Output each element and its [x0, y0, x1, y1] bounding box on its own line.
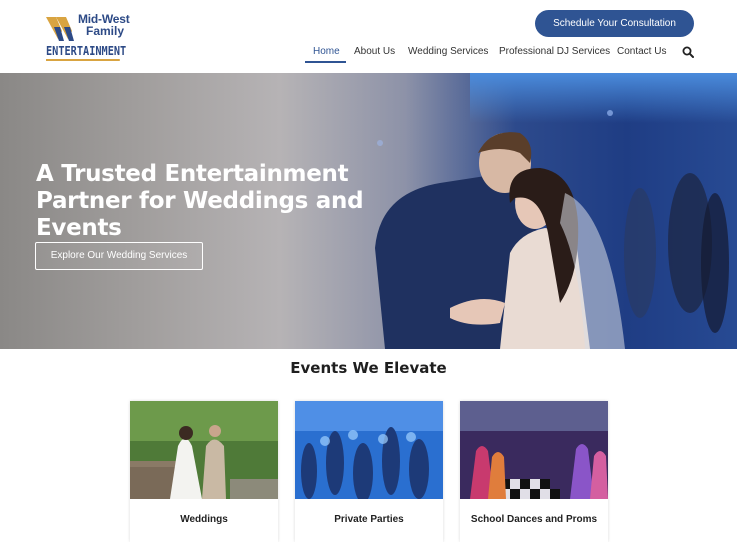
nav-item-contact-us[interactable]: Contact Us	[617, 44, 666, 60]
nav-item-professional-dj-services[interactable]: Professional DJ Services	[499, 44, 610, 60]
logo-text-line2: Family	[86, 24, 125, 38]
school-dances-photo	[460, 401, 608, 499]
event-card-label: School Dances and Proms	[470, 514, 598, 525]
active-nav-indicator	[305, 61, 346, 63]
weddings-photo	[130, 401, 278, 499]
event-card-label: Private Parties	[334, 514, 404, 525]
hero-title: A Trusted Entertainment Partner for Wedd…	[36, 161, 364, 241]
events-section-title: Events We Elevate	[290, 359, 447, 377]
event-card-private-parties[interactable]: Private Parties	[295, 401, 443, 542]
site-header: Mid-West Family ENTERTAINMENT Schedule Y…	[0, 0, 737, 73]
event-card-weddings[interactable]: Weddings	[130, 401, 278, 542]
schedule-consultation-button[interactable]: Schedule Your Consultation	[535, 10, 694, 37]
private-parties-photo	[295, 401, 443, 499]
nav-item-home[interactable]: Home	[313, 44, 340, 60]
search-icon[interactable]	[682, 46, 694, 58]
nav-item-wedding-services[interactable]: Wedding Services	[408, 44, 488, 60]
main-nav: Home About Us Wedding Services Professio…	[0, 44, 737, 64]
event-card-label: Weddings	[180, 514, 228, 525]
hero-banner: A Trusted Entertainment Partner for Wedd…	[0, 73, 737, 349]
nav-item-about-us[interactable]: About Us	[354, 44, 395, 60]
logo-mark-icon	[46, 17, 74, 41]
event-card-school-dances-and-proms[interactable]: School Dances and Proms	[460, 401, 608, 542]
explore-wedding-services-button[interactable]: Explore Our Wedding Services	[35, 242, 203, 270]
